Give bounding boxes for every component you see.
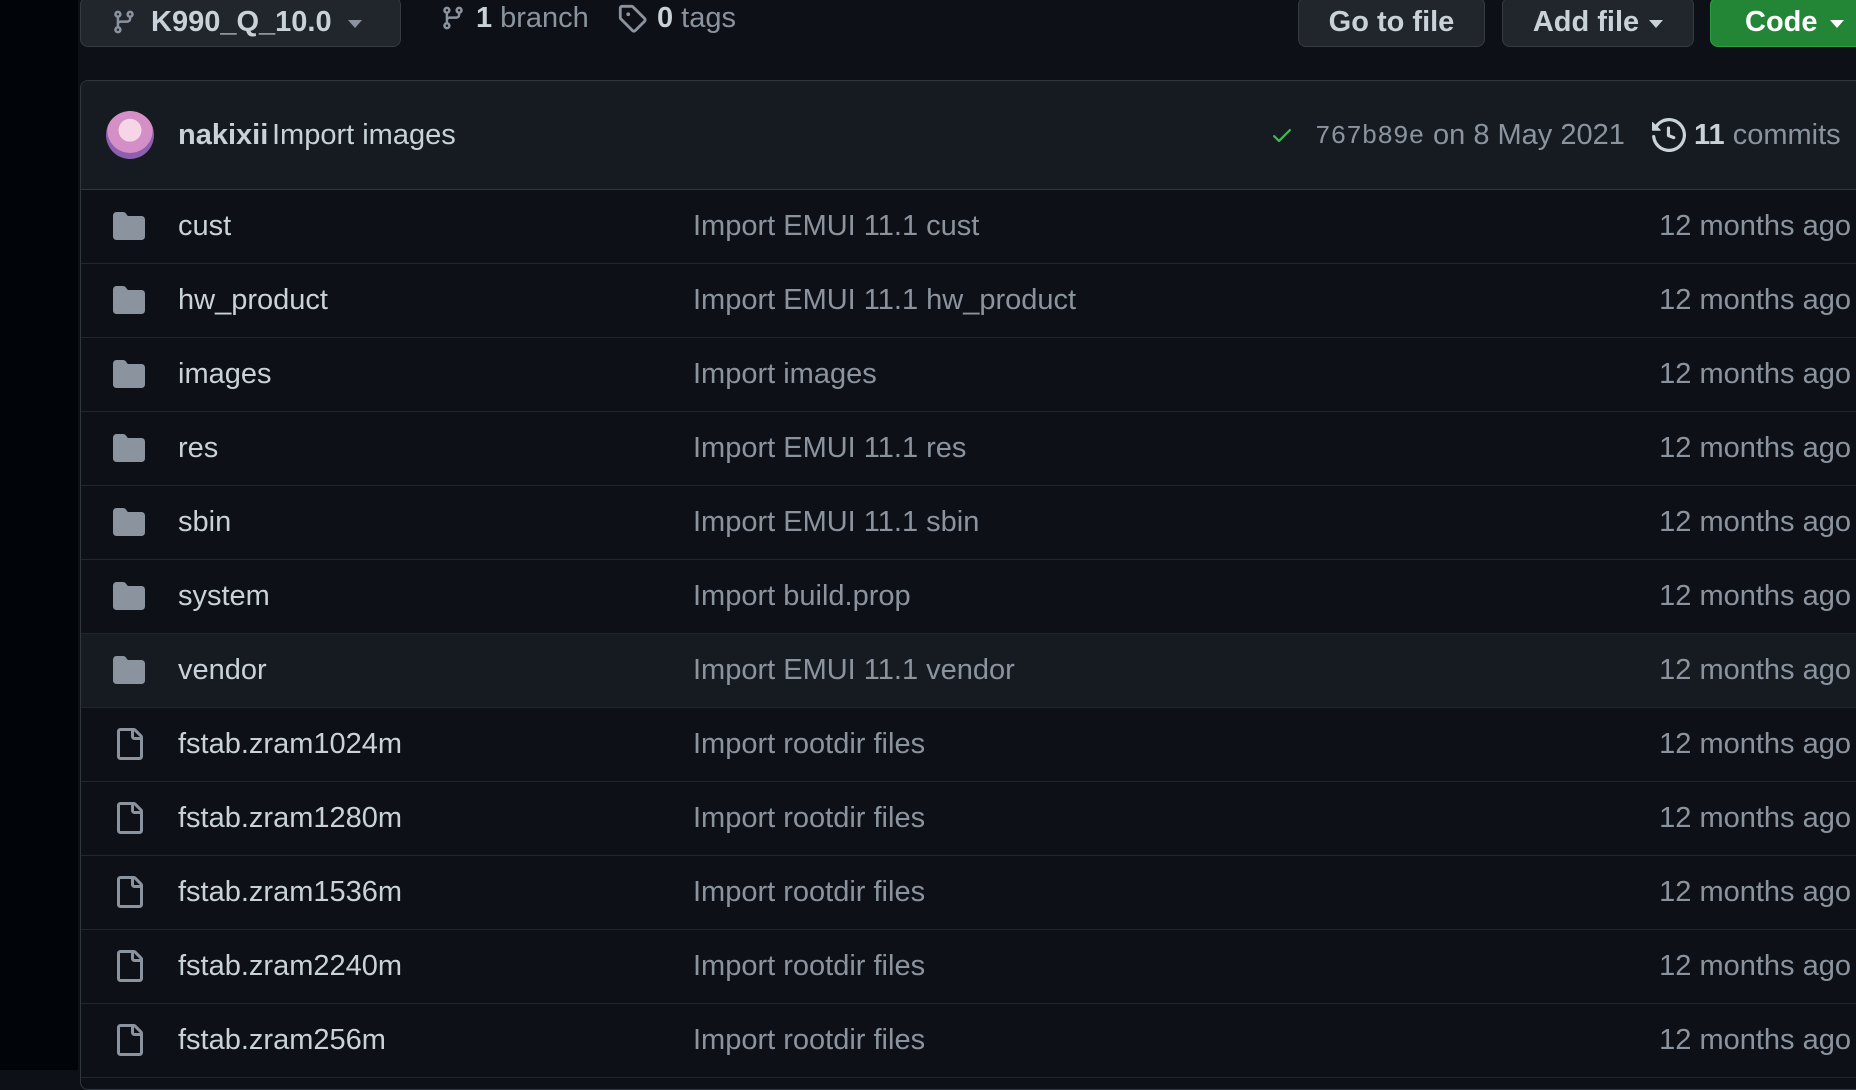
file-commit-message-link[interactable]: Import EMUI 11.1 cust [693,210,979,243]
latest-commit-bar: nakixii Import images 767b89e on 8 May 2… [81,81,1856,190]
file-commit-message-link[interactable]: Import EMUI 11.1 hw_product [693,284,1076,317]
file-name-link[interactable]: hw_product [178,284,328,317]
file-commit-age: 12 months ago [1659,432,1851,464]
branch-select-button[interactable]: K990_Q_10.0 [80,0,401,47]
folder-icon [112,210,146,242]
file-row[interactable]: fstab.zram1280m Import rootdir files 12 mo… [81,782,1856,856]
file-row[interactable]: fstab.zram1024m Import rootdir files 12 mo… [81,708,1856,782]
file-commit-age: 12 months ago [1659,506,1851,538]
file-row[interactable]: fstab.zram2240m Import rootdir files 12 mo… [81,930,1856,1004]
branch-name: K990_Q_10.0 [151,5,332,38]
tags-link[interactable]: 0 tags [617,0,736,36]
add-file-label: Add file [1532,5,1640,38]
file-commit-message-link[interactable]: Import EMUI 11.1 res [693,432,966,465]
file-commit-age: 12 months ago [1659,654,1851,686]
folder-icon [112,432,146,464]
file-name-link[interactable]: fstab.zram1024m [178,728,402,761]
chevron-down-icon [347,20,362,28]
folder-icon [112,506,146,538]
chevron-down-icon [1649,20,1664,28]
go-to-file-button[interactable]: Go to file [1298,0,1485,47]
folder-icon [112,654,146,686]
file-commit-message-link[interactable]: Import EMUI 11.1 sbin [693,506,979,539]
history-icon [1652,118,1686,152]
branches-link[interactable]: 1 branch [440,0,589,36]
file-commit-message-link[interactable]: Import rootdir files [693,728,925,761]
file-commit-message-link[interactable]: Import rootdir files [693,950,925,983]
file-commit-message-link[interactable]: Import rootdir files [693,802,925,835]
git-branch-icon [114,10,134,34]
tag-label: tags [681,1,736,34]
file-commit-message-link[interactable]: Import rootdir files [693,1024,925,1057]
file-name-link[interactable]: fstab.zram1280m [178,802,402,835]
avatar[interactable] [106,111,154,159]
file-row[interactable]: images Import images 12 months ago [81,338,1856,412]
file-row[interactable]: hw_product Import EMUI 11.1 hw_product 12 … [81,264,1856,338]
file-name-link[interactable]: fstab.zram1536m [178,876,402,909]
file-commit-age: 12 months ago [1659,802,1851,834]
file-commit-message-link[interactable]: Import images [693,358,877,391]
file-row[interactable]: system Import build.prop 12 months ago [81,560,1856,634]
file-icon [112,876,146,908]
file-name-link[interactable]: fstab.zram256m [178,1024,386,1057]
branch-label: branch [500,1,589,34]
file-name-link[interactable]: vendor [178,654,267,687]
file-commit-message-link[interactable]: Import rootdir files [693,876,925,909]
commit-count: 11 [1694,119,1725,151]
file-commit-age: 12 months ago [1659,284,1851,316]
left-margin [0,0,78,1070]
file-icon [112,802,146,834]
file-commit-age: 12 months ago [1659,358,1851,390]
file-name-link[interactable]: system [178,580,270,613]
file-icon [112,950,146,982]
commits-link[interactable]: 11 commits [1694,119,1841,152]
folder-icon [112,580,146,612]
file-name-link[interactable]: images [178,358,272,391]
git-branch-icon [443,6,463,30]
file-row[interactable]: fstab.zram256m Import rootdir files 12 mon… [81,1004,1856,1078]
file-row[interactable]: cust Import EMUI 11.1 cust 12 months ago [81,190,1856,264]
file-commit-age: 12 months ago [1659,728,1851,760]
folder-icon [112,358,146,390]
chevron-down-icon [1829,20,1844,28]
file-name-link[interactable]: res [178,432,218,465]
file-commit-age: 12 months ago [1659,1024,1851,1056]
tag-icon [618,4,647,33]
file-row[interactable]: sbin Import EMUI 11.1 sbin 12 months ago [81,486,1856,560]
file-row[interactable]: vendor Import EMUI 11.1 vendor 12 months a… [81,634,1856,708]
file-name-link[interactable]: sbin [178,506,231,539]
file-commit-age: 12 months ago [1659,580,1851,612]
commit-author[interactable]: nakixii [178,119,268,152]
file-list: cust Import EMUI 11.1 cust 12 months ago hw… [81,190,1856,1078]
file-icon [112,728,146,760]
branch-count: 1 [476,1,493,34]
file-row[interactable]: fstab.zram1536m Import rootdir files 12 mo… [81,856,1856,930]
commit-message[interactable]: Import images [272,119,456,152]
file-row[interactable]: res Import EMUI 11.1 res 12 months ago [81,412,1856,486]
check-icon[interactable] [1268,123,1296,147]
file-icon [112,1024,146,1056]
file-name-link[interactable]: fstab.zram2240m [178,950,402,983]
code-button[interactable]: Code [1710,0,1856,47]
file-commit-message-link[interactable]: Import EMUI 11.1 vendor [693,654,1015,687]
file-commit-age: 12 months ago [1659,210,1851,242]
repo-toolbar: K990_Q_10.0 1 branch 0 tags Go to file A… [0,0,1856,60]
commit-count-label: commits [1732,119,1841,151]
folder-icon [112,284,146,316]
file-commit-message-link[interactable]: Import build.prop [693,580,911,613]
commit-sha[interactable]: 767b89e [1315,121,1424,151]
tag-count: 0 [657,1,674,34]
code-label: Code [1745,5,1818,38]
file-browser: nakixii Import images 767b89e on 8 May 2… [80,80,1856,1090]
file-commit-age: 12 months ago [1659,876,1851,908]
file-name-link[interactable]: cust [178,210,231,243]
file-commit-age: 12 months ago [1659,950,1851,982]
commit-date: on 8 May 2021 [1433,119,1625,151]
add-file-button[interactable]: Add file [1502,0,1694,47]
